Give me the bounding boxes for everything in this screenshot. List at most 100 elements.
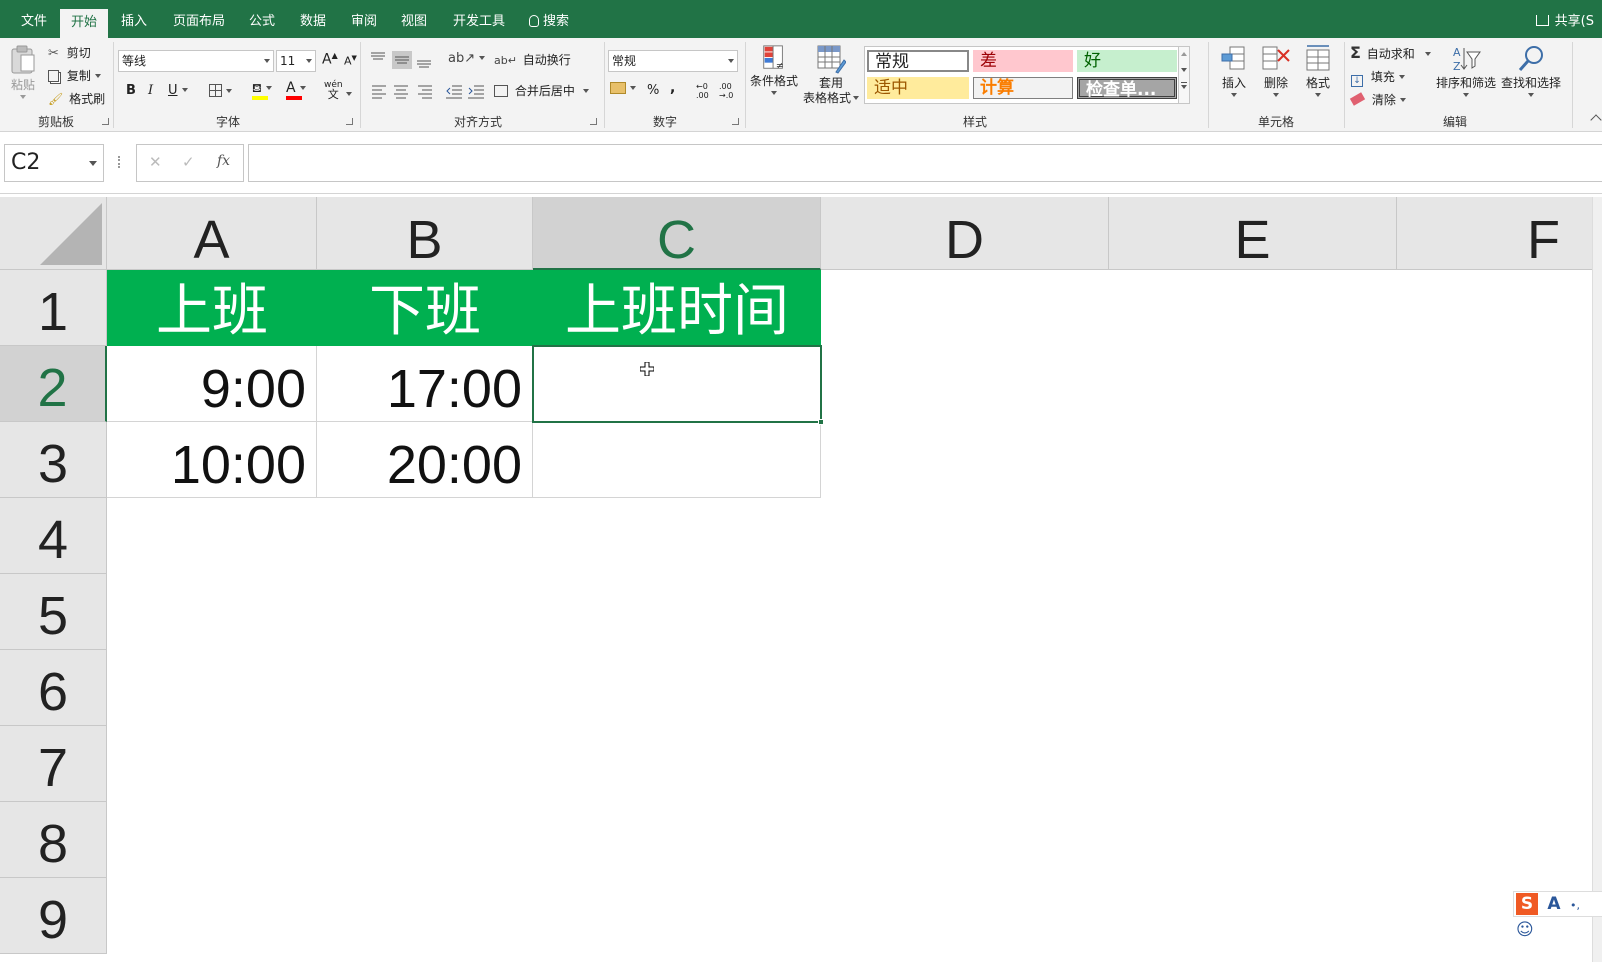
decrease-decimal-button[interactable]: .00 →.0 — [719, 82, 733, 100]
clipboard-launcher-icon[interactable] — [102, 118, 109, 125]
accounting-format-button[interactable] — [610, 81, 636, 95]
orientation-button[interactable]: ab↗ — [448, 51, 486, 66]
find-select-button[interactable]: 查找和选择 — [1498, 44, 1564, 97]
borders-button[interactable] — [209, 84, 232, 98]
tab-data[interactable]: 数据 — [290, 0, 336, 38]
style-normal[interactable]: 常规 — [867, 50, 969, 72]
indent-icons[interactable] — [446, 84, 486, 100]
style-neutral[interactable]: 适中 — [867, 77, 969, 99]
conditional-formatting-button[interactable]: ≠ 条件格式 — [748, 44, 800, 95]
percent-button[interactable]: % — [647, 83, 659, 98]
fill-button[interactable]: ↓ 填充 — [1351, 68, 1405, 87]
font-name-combo[interactable]: 等线 — [118, 50, 274, 72]
italic-button[interactable]: I — [148, 83, 153, 98]
style-calculation[interactable]: 计算 — [973, 77, 1073, 99]
worksheet-grid[interactable]: A B C D E F 1 2 3 4 5 6 7 8 9 上班 下班 上班时间… — [0, 197, 1602, 962]
font-size-combo[interactable]: 11 — [276, 50, 316, 72]
row-header-8[interactable]: 8 — [0, 802, 107, 878]
tab-file[interactable]: 文件 — [8, 0, 60, 38]
cell-c1[interactable]: 上班时间 — [533, 270, 821, 346]
autosum-button[interactable]: Σ 自动求和 — [1350, 43, 1431, 62]
format-as-table-button[interactable]: 套用 表格格式 — [800, 44, 862, 106]
wrap-text-button[interactable]: ab↵ 自动换行 — [494, 51, 571, 68]
cell-a1[interactable]: 上班 — [107, 270, 317, 346]
row-header-3[interactable]: 3 — [0, 422, 107, 498]
tell-me-search[interactable]: 搜索 — [524, 0, 574, 38]
sort-filter-button[interactable]: A Z 排序和筛选 — [1434, 44, 1498, 97]
vertical-align-icons[interactable] — [370, 50, 434, 70]
insert-cells-button[interactable]: 插入 — [1214, 44, 1254, 97]
shrink-font-button[interactable]: A▼ — [344, 54, 357, 68]
style-check-cell[interactable]: 检查单... — [1077, 77, 1177, 100]
formula-bar-grip-icon[interactable] — [118, 156, 120, 168]
row-header-9[interactable]: 9 — [0, 878, 107, 954]
share-button[interactable]: 共享(S — [1535, 0, 1594, 38]
row-header-1[interactable]: 1 — [0, 270, 107, 346]
number-format-combo[interactable]: 常规 — [608, 50, 738, 72]
column-header-e[interactable]: E — [1109, 197, 1397, 270]
paste-button[interactable]: 粘贴 — [6, 44, 40, 99]
tab-page-layout[interactable]: 页面布局 — [166, 0, 232, 38]
underline-button[interactable]: U — [168, 83, 188, 98]
ime-toolbar[interactable]: S A •, ☺ — [1513, 891, 1602, 940]
cell-a2[interactable]: 9:00 — [107, 346, 317, 422]
clear-button[interactable]: 清除 — [1349, 91, 1406, 108]
cell-c3[interactable] — [533, 422, 821, 498]
cancel-icon[interactable]: ✕ — [149, 153, 162, 171]
bold-button[interactable]: B — [126, 83, 136, 98]
tab-review[interactable]: 审阅 — [342, 0, 386, 38]
formula-input[interactable] — [248, 144, 1602, 182]
format-painter-button[interactable]: 🖌 格式刷 — [48, 90, 105, 107]
fill-color-button[interactable]: ⛾ — [252, 81, 272, 100]
cell-a3[interactable]: 10:00 — [107, 422, 317, 498]
row-header-2[interactable]: 2 — [0, 346, 107, 422]
row-header-7[interactable]: 7 — [0, 726, 107, 802]
grow-font-button[interactable]: A▲ — [322, 51, 338, 68]
phonetic-dropdown-icon[interactable] — [346, 92, 352, 96]
insert-function-icon[interactable]: fx — [217, 153, 230, 169]
cell-b3[interactable]: 20:00 — [317, 422, 533, 498]
collapse-ribbon-icon[interactable] — [1590, 114, 1602, 126]
phonetic-guide-button[interactable]: wén 文 — [324, 80, 343, 100]
name-box[interactable]: C2 — [4, 144, 104, 182]
cell-c2[interactable] — [533, 346, 821, 422]
font-launcher-icon[interactable] — [346, 118, 353, 125]
font-color-button[interactable]: A — [286, 80, 306, 100]
column-header-a[interactable]: A — [107, 197, 317, 270]
column-header-d[interactable]: D — [821, 197, 1109, 270]
row-header-6[interactable]: 6 — [0, 650, 107, 726]
gallery-more-icon[interactable] — [1181, 82, 1187, 89]
gallery-up-icon[interactable] — [1181, 52, 1187, 56]
tab-insert[interactable]: 插入 — [112, 0, 156, 38]
cut-button[interactable]: ✂ 剪切 — [48, 44, 91, 61]
cell-b2[interactable]: 17:00 — [317, 346, 533, 422]
table-format-dropdown-icon — [853, 96, 859, 100]
alignment-launcher-icon[interactable] — [590, 118, 597, 125]
number-launcher-icon[interactable] — [732, 118, 739, 125]
comma-style-button[interactable]: , — [670, 80, 675, 96]
row-header-4[interactable]: 4 — [0, 498, 107, 574]
tab-view[interactable]: 视图 — [392, 0, 436, 38]
merge-center-button[interactable]: 合并后居中 — [494, 82, 589, 99]
enter-icon[interactable]: ✓ — [182, 153, 195, 171]
delete-cells-button[interactable]: 删除 — [1256, 44, 1296, 97]
increase-decimal-button[interactable]: ←0 .00 — [696, 82, 709, 100]
column-header-c[interactable]: C — [533, 197, 821, 270]
tab-formulas[interactable]: 公式 — [240, 0, 284, 38]
tab-home[interactable]: 开始 — [60, 9, 108, 38]
tab-developer[interactable]: 开发工具 — [446, 0, 512, 38]
style-good[interactable]: 好 — [1077, 50, 1177, 72]
row-header-5[interactable]: 5 — [0, 574, 107, 650]
vertical-scrollbar[interactable] — [1592, 197, 1602, 962]
column-header-b[interactable]: B — [317, 197, 533, 270]
format-cells-button[interactable]: 格式 — [1298, 44, 1338, 97]
gallery-down-icon[interactable] — [1181, 68, 1187, 72]
copy-button[interactable]: 复制 — [48, 67, 101, 84]
cell-b1[interactable]: 下班 — [317, 270, 533, 346]
horizontal-align-icons[interactable] — [372, 84, 434, 100]
font-color-swatch — [286, 96, 302, 100]
gallery-scroll[interactable] — [1178, 46, 1190, 104]
select-all-corner[interactable] — [0, 197, 107, 270]
column-header-f[interactable]: F — [1397, 197, 1597, 270]
style-bad[interactable]: 差 — [973, 50, 1073, 72]
